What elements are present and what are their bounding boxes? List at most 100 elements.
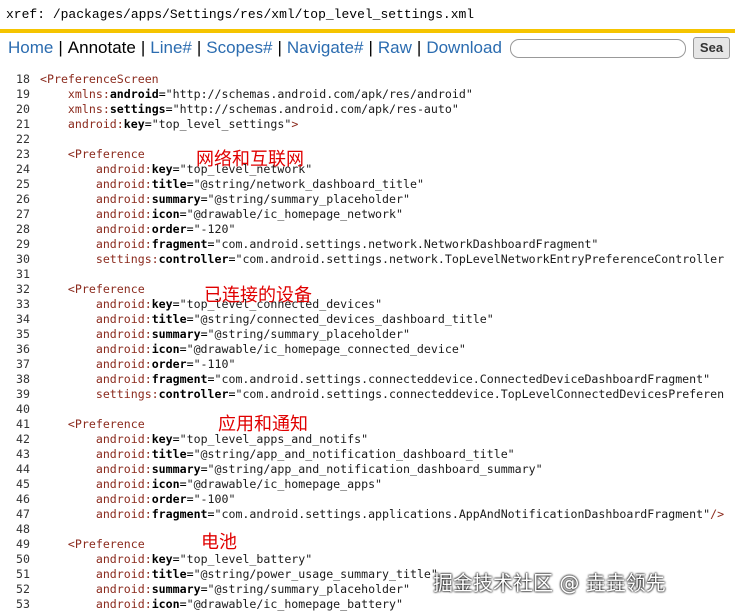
code-token: android: xyxy=(95,567,152,581)
annotation-battery: 电池 xyxy=(201,532,237,553)
line-number[interactable]: 42 xyxy=(0,432,30,447)
nav-download-link[interactable]: Download xyxy=(424,38,504,58)
code-line: 38 android:fragment="com.android.setting… xyxy=(0,372,735,387)
code-token: android: xyxy=(67,117,124,131)
code-text: android:fragment="com.android.settings.c… xyxy=(30,372,710,387)
line-number[interactable]: 31 xyxy=(0,267,30,282)
line-number[interactable]: 32 xyxy=(0,282,30,297)
line-number[interactable]: 38 xyxy=(0,372,30,387)
code-token: key xyxy=(151,297,173,311)
code-token: android: xyxy=(95,222,152,236)
code-token: icon xyxy=(151,597,180,611)
code-token: = xyxy=(200,582,208,596)
code-token: android: xyxy=(95,192,152,206)
code-text: android:fragment="com.android.settings.n… xyxy=(30,237,599,252)
line-number[interactable]: 23 xyxy=(0,147,30,162)
code-token: "-120" xyxy=(193,222,236,236)
code-text: <Preference xyxy=(30,417,145,432)
code-token: android: xyxy=(95,597,152,611)
line-number[interactable]: 26 xyxy=(0,192,30,207)
code-token: = xyxy=(207,507,215,521)
line-number[interactable]: 43 xyxy=(0,447,30,462)
line-number[interactable]: 28 xyxy=(0,222,30,237)
code-token: = xyxy=(179,597,187,611)
line-number[interactable]: 47 xyxy=(0,507,30,522)
line-number[interactable]: 30 xyxy=(0,252,30,267)
code-line: 48 xyxy=(0,522,735,537)
line-number[interactable]: 44 xyxy=(0,462,30,477)
nav-line-link[interactable]: Line# xyxy=(148,38,194,58)
code-token: > xyxy=(291,117,299,131)
code-line: 43 android:title="@string/app_and_notifi… xyxy=(0,447,735,462)
line-number[interactable]: 27 xyxy=(0,207,30,222)
line-number[interactable]: 52 xyxy=(0,582,30,597)
code-token: controller xyxy=(158,387,229,401)
line-number[interactable]: 29 xyxy=(0,237,30,252)
nav-raw-link[interactable]: Raw xyxy=(376,38,414,58)
code-text: android:icon="@drawable/ic_homepage_netw… xyxy=(30,207,403,222)
line-number[interactable]: 20 xyxy=(0,102,30,117)
code-token: fragment xyxy=(151,507,208,521)
nav-navigate-link[interactable]: Navigate# xyxy=(285,38,366,58)
code-token: <PreferenceScreen xyxy=(40,72,159,86)
code-line: 46 android:order="-100" xyxy=(0,492,735,507)
line-number[interactable]: 50 xyxy=(0,552,30,567)
line-number[interactable]: 19 xyxy=(0,87,30,102)
line-number[interactable]: 46 xyxy=(0,492,30,507)
code-line: 40 xyxy=(0,402,735,417)
code-token: "@string/power_usage_summary_title" xyxy=(193,567,438,581)
code-token: = xyxy=(200,327,208,341)
code-text: android:order="-120" xyxy=(30,222,236,237)
code-text: android:title="@string/power_usage_summa… xyxy=(30,567,438,582)
code-token: icon xyxy=(151,207,180,221)
line-number[interactable]: 33 xyxy=(0,297,30,312)
line-number[interactable]: 34 xyxy=(0,312,30,327)
line-number[interactable]: 37 xyxy=(0,357,30,372)
nav-annotate[interactable]: Annotate xyxy=(66,38,138,58)
line-number[interactable]: 39 xyxy=(0,387,30,402)
code-token: "com.android.settings.applications.AppAn… xyxy=(214,507,711,521)
line-number[interactable]: 22 xyxy=(0,132,30,147)
code-token: android: xyxy=(95,582,152,596)
code-text: settings:controller="com.android.setting… xyxy=(30,252,724,267)
code-text: <Preference xyxy=(30,282,145,297)
line-number[interactable]: 24 xyxy=(0,162,30,177)
code-text: xmlns:settings="http://schemas.android.c… xyxy=(30,102,459,117)
code-token: key xyxy=(151,552,173,566)
line-number[interactable]: 41 xyxy=(0,417,30,432)
nav-separator: | xyxy=(277,38,282,57)
search-input[interactable] xyxy=(509,38,686,58)
code-token: fragment xyxy=(151,237,208,251)
nav-scopes-link[interactable]: Scopes# xyxy=(204,38,274,58)
code-line: 37 android:order="-110" xyxy=(0,357,735,372)
line-number[interactable]: 53 xyxy=(0,597,30,612)
line-number[interactable]: 21 xyxy=(0,117,30,132)
nav-home-link[interactable]: Home xyxy=(6,38,55,58)
code-token: "@drawable/ic_homepage_network" xyxy=(186,207,403,221)
line-number[interactable]: 18 xyxy=(0,72,30,87)
code-token: xmlns: xyxy=(67,102,110,116)
line-number[interactable]: 51 xyxy=(0,567,30,582)
line-number[interactable]: 48 xyxy=(0,522,30,537)
line-number[interactable]: 35 xyxy=(0,327,30,342)
code-line: 36 android:icon="@drawable/ic_homepage_c… xyxy=(0,342,735,357)
code-token: /> xyxy=(710,507,725,521)
code-token: title xyxy=(151,177,187,191)
line-number[interactable]: 45 xyxy=(0,477,30,492)
line-number[interactable]: 25 xyxy=(0,177,30,192)
line-number[interactable]: 49 xyxy=(0,537,30,552)
code-token: settings: xyxy=(95,387,159,401)
search-button[interactable]: Sea xyxy=(692,37,731,59)
code-token: android: xyxy=(95,447,152,461)
line-number[interactable]: 36 xyxy=(0,342,30,357)
code-text: <Preference xyxy=(30,537,145,552)
line-number[interactable]: 40 xyxy=(0,402,30,417)
